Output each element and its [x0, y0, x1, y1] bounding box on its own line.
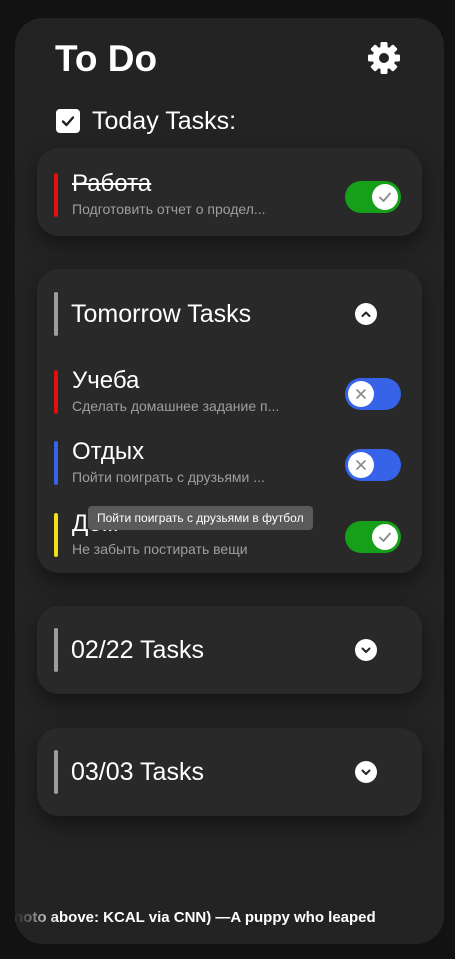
today-tasks-card: Работа Подготовить отчет о продел...: [37, 148, 422, 236]
task-name: Работа: [72, 170, 152, 197]
chevron-up-icon[interactable]: [355, 303, 377, 325]
task-item[interactable]: Отдых Пойти поиграть с друзьями ...: [37, 438, 422, 485]
check-icon: [379, 532, 391, 542]
tomorrow-tasks-label: Tomorrow Tasks: [71, 300, 252, 328]
task-toggle[interactable]: [345, 521, 401, 553]
toggle-knob: [372, 184, 398, 210]
task-description: Не забыть постирать вещи: [72, 541, 248, 557]
chevron-down-icon[interactable]: [355, 761, 377, 783]
gear-icon[interactable]: [366, 40, 402, 76]
task-description: Подготовить отчет о продел...: [72, 201, 266, 217]
news-ticker-text: (Photo above: KCAL via CNN) —A puppy who…: [15, 909, 376, 926]
task-name: Учеба: [72, 367, 140, 394]
task-toggle[interactable]: [345, 378, 401, 410]
tomorrow-tasks-header[interactable]: Tomorrow Tasks: [37, 292, 422, 336]
task-color-bar: [54, 441, 58, 485]
news-ticker: (Photo above: KCAL via CNN) —A puppy who…: [15, 906, 444, 928]
task-color-bar: [54, 370, 58, 414]
today-tasks-header: Today Tasks:: [56, 107, 236, 135]
group-card-0222: 02/22 Tasks: [37, 606, 422, 694]
group-color-bar: [54, 628, 58, 672]
task-toggle[interactable]: [345, 181, 401, 213]
ticker-fade-right: [399, 906, 444, 928]
chevron-down-icon[interactable]: [355, 639, 377, 661]
task-description-tooltip: Пойти поиграть с друзьями в футбол: [88, 506, 313, 530]
group-label: 02/22 Tasks: [71, 636, 204, 664]
group-color-bar: [54, 292, 58, 336]
group-card-0303: 03/03 Tasks: [37, 728, 422, 816]
check-icon: [61, 116, 75, 127]
task-color-bar: [54, 513, 58, 557]
task-toggle[interactable]: [345, 449, 401, 481]
ticker-fade-left: [15, 906, 60, 928]
todo-panel: To Do Today Tasks: Работа Подготовить от…: [15, 18, 444, 944]
group-label: 03/03 Tasks: [71, 758, 204, 786]
group-header[interactable]: 03/03 Tasks: [37, 750, 422, 794]
check-icon: [379, 192, 391, 202]
task-description: Пойти поиграть с друзьями ...: [72, 469, 265, 485]
close-icon: [356, 460, 366, 470]
task-description: Сделать домашнее задание п...: [72, 398, 280, 414]
group-color-bar: [54, 750, 58, 794]
app-title: To Do: [55, 38, 158, 79]
today-tasks-checkbox[interactable]: [56, 109, 80, 133]
task-item[interactable]: Учеба Сделать домашнее задание п...: [37, 367, 422, 414]
group-header[interactable]: 02/22 Tasks: [37, 628, 422, 672]
task-color-bar: [54, 173, 58, 217]
toggle-knob: [348, 381, 374, 407]
toggle-knob: [348, 452, 374, 478]
task-item[interactable]: Работа Подготовить отчет о продел...: [37, 170, 422, 217]
task-name: Отдых: [72, 438, 145, 465]
today-tasks-label: Today Tasks:: [92, 106, 237, 135]
toggle-knob: [372, 524, 398, 550]
close-icon: [356, 389, 366, 399]
